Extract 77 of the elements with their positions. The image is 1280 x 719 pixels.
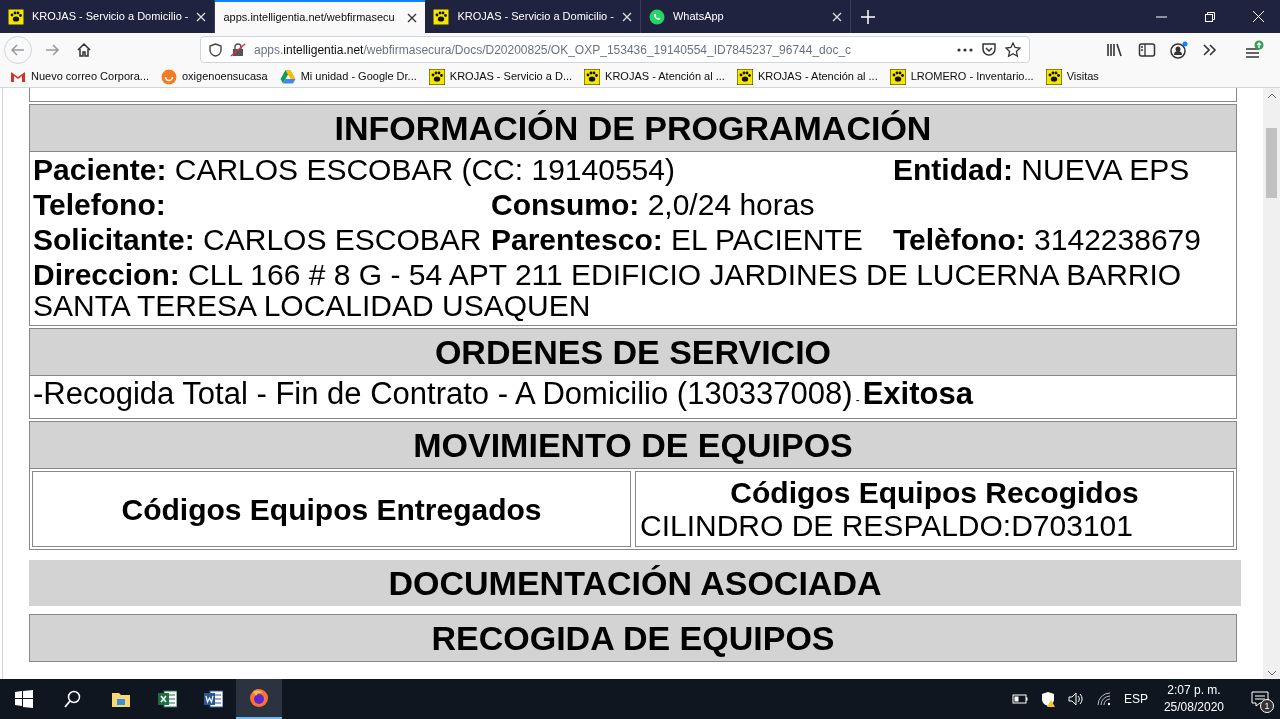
equipment-code: CILINDRO DE RESPALDO:D703101 [640,509,1134,542]
star-icon[interactable] [1005,41,1021,58]
section-heading: DOCUMENTACIÓN ASOCIADA [29,560,1241,606]
section-heading: RECOGIDA DE EQUIPOS [29,614,1237,662]
tab-title: KROJAS - Servicio a Domicilio - [32,9,189,25]
chat-bubble-icon [648,8,665,25]
close-icon[interactable] [407,12,418,23]
field-text: Paciente: CARLOS ESCOBAR (CC: 19140554) [33,154,676,185]
shield-warning-icon[interactable] [1039,691,1056,707]
new-tab-icon[interactable] [860,9,875,24]
bookmark[interactable]: oxigenoensucasa [161,68,268,85]
column-heading: Códigos Equipos Recogidos [729,476,1140,509]
pocket-icon[interactable] [981,42,997,57]
search-icon[interactable] [64,690,82,708]
document-icon [203,689,223,709]
tab-title: WhatsApp [672,9,725,25]
restore-icon[interactable] [1205,11,1215,22]
chevrons-icon[interactable] [1202,42,1218,57]
field-text: Consumo: 2,0/24 horas [491,189,816,220]
section-heading: INFORMACIÓN DE PROGRAMACIÓN [30,105,1236,152]
column-heading: Códigos Equipos Entregados [120,492,543,526]
forward-arrow-icon[interactable] [44,42,60,57]
shield-icon[interactable] [209,42,222,57]
field-text: Parentesco: EL PACIENTE [491,224,864,255]
bookmark[interactable]: KROJAS - Servicio a D... [428,68,573,85]
separator-text: - [855,392,860,409]
address-bar[interactable]: apps.intelligentia.net/webfirmasecura/Docs/D20200825/OK_OXP_153436_19140554_ID7845237_96744_doc_c [200,36,1030,63]
tab-title: apps.intelligentia.net/webfirmasecu [223,10,396,26]
paw-icon [433,8,450,25]
paw-icon [428,68,445,85]
order-description: -Recogida Total - Fin de Contrato - A Domicilio (130337008) [33,376,853,412]
scrollbar[interactable] [1263,88,1280,679]
tab-title: KROJAS - Servicio a Domicilio - [457,9,614,25]
browser-fox-icon [249,688,269,708]
account-icon[interactable] [1170,40,1188,59]
more-dots-icon[interactable] [957,47,973,52]
clock[interactable]: 2:07 p. m. 25/08/2020 [1159,682,1228,716]
field-text: Telèfono: 3142238679 [893,224,1202,255]
section-heading: ORDENES DE SERVICIO [30,329,1236,376]
wifi-icon[interactable] [1095,691,1112,707]
browser-tab[interactable]: apps.intelligentia.net/webfirmasecu [215,0,426,33]
paw-icon [8,8,24,25]
field-text: Direccion: CLL 166 # 8 G - 54 APT 211 EDIFICIO JARDINES DE LUCERNA BARRIO SANTA TERESA LOCALIDAD USAQUEN [33,259,1183,321]
bookmark[interactable]: Mi unidad - Google Dr... [279,68,417,85]
taskbar-app[interactable] [236,679,282,719]
notification-badge: 1 [1260,699,1274,713]
bookmark[interactable]: KROJAS - Atención al ... [736,68,878,85]
battery-icon[interactable] [1011,692,1028,706]
section-heading: MOVIMIENTO DE EQUIPOS [30,422,1236,469]
language-indicator[interactable]: ESP [1123,690,1148,708]
field-text: Entidad: NUEVA EPS [893,154,1191,185]
back-arrow-icon [11,42,25,57]
insecure-lock-icon[interactable] [230,42,246,57]
speaker-icon[interactable] [1067,691,1084,707]
paw-icon [889,68,906,85]
bookmark[interactable]: LROMERO - Inventario... [889,68,1034,85]
triangle-drive-icon [279,68,296,85]
order-status: Exitosa [862,376,973,412]
bookmark[interactable]: Visitas [1045,68,1099,85]
spreadsheet-icon [157,689,177,709]
field-text: Telefono: [33,189,167,220]
url-text: apps.intelligentia.net/webfirmasecura/Docs/D20200825/OK_OXP_153436_19140554_ID7845237_96744_doc_c [254,41,853,59]
home-icon[interactable] [76,41,92,58]
notification-icon[interactable] [1251,690,1269,708]
bookmark[interactable]: Nuevo correo Corpora... [10,68,149,85]
library-icon[interactable] [1106,41,1124,58]
scroll-down-icon[interactable] [1267,670,1277,676]
scroll-up-icon[interactable] [1267,93,1277,99]
scrollbar-thumb[interactable] [1266,128,1277,198]
windows-start-icon[interactable] [15,690,33,708]
paw-icon [584,68,601,85]
paw-icon [736,68,753,85]
sidebar-icon[interactable] [1138,41,1156,58]
field-text: Solicitante: CARLOS ESCOBAR [33,224,483,255]
paw-icon [1045,68,1062,85]
bookmark[interactable]: KROJAS - Atención al ... [584,68,725,85]
menu-icon[interactable] [1244,39,1264,60]
